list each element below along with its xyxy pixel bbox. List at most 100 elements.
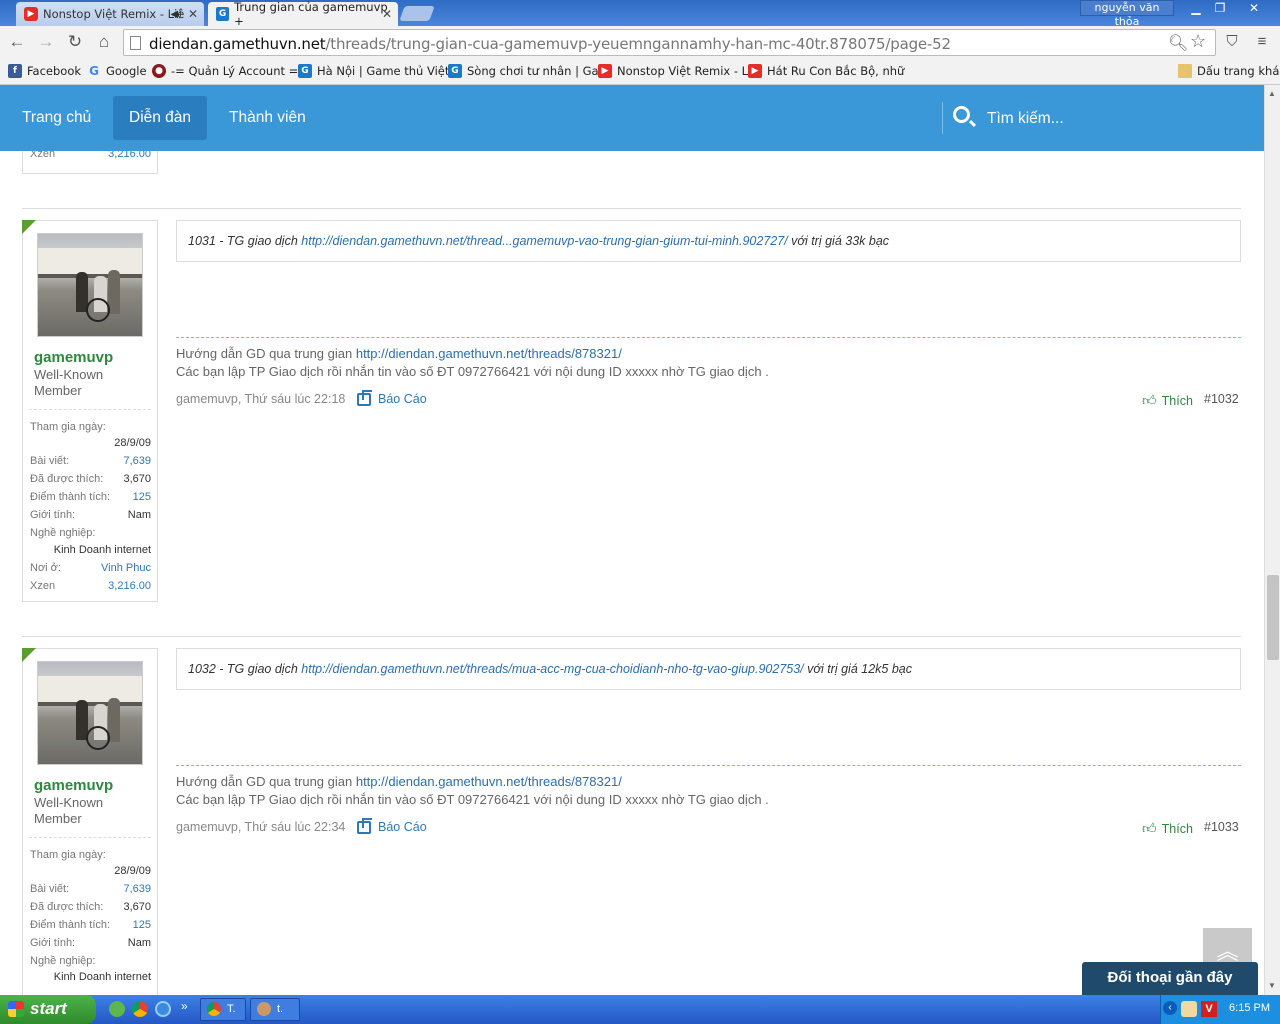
stat-xzen: Xzen 3,216.00 — [30, 580, 151, 592]
tray-v-icon[interactable]: V — [1201, 1001, 1217, 1017]
nav-forums[interactable]: Diễn đàn — [113, 96, 208, 140]
stat-xzen: Xzen 3,216.00 — [30, 151, 151, 160]
stat-job-label: Nghề nghiệp: — [30, 527, 96, 539]
scroll-up-icon[interactable]: ▲ — [1268, 89, 1276, 98]
browser-user[interactable]: nguyễn văn thỏa — [1080, 0, 1174, 28]
youtube-icon: ▶ — [24, 7, 38, 21]
gamethuvn-icon: G — [216, 7, 230, 21]
youtube-icon: ▶ — [748, 64, 762, 78]
forward-icon[interactable]: → — [35, 32, 57, 52]
page-scrollbar[interactable]: ▲ ▼ — [1264, 85, 1280, 995]
report-button[interactable]: Báo Cáo — [357, 389, 427, 406]
close-icon[interactable]: ✕ — [382, 7, 392, 21]
browser-tab[interactable]: ▶ Nonstop Việt Remix - Liê ◀) ✕ — [16, 2, 204, 26]
thumbs-up-icon: 👍︎ — [1142, 820, 1157, 836]
user-card: gamemuvp Well-Known Member Tham gia ngày… — [22, 220, 158, 602]
bookmark-account[interactable]: ● -= Quản Lý Account =- — [152, 64, 302, 78]
chrome-icon[interactable] — [132, 1001, 148, 1017]
tray-expand-icon[interactable]: ‹ — [1163, 1001, 1177, 1015]
youtube-icon: ▶ — [598, 64, 612, 78]
bookmark-facebook[interactable]: f Facebook — [8, 64, 81, 78]
close-icon[interactable]: ✕ — [188, 7, 198, 21]
restore-icon[interactable]: ❐ — [1208, 0, 1232, 17]
post-message: 1031 - TG giao dịch http://diendan.gamet… — [176, 220, 1241, 262]
menu-icon[interactable]: ≡ — [1251, 32, 1273, 52]
signature-line: Các bạn lập TP Giao dịch rồi nhắn tin và… — [176, 364, 769, 379]
user-card: gamemuvp Well-Known Member Tham gia ngày… — [22, 648, 158, 995]
tray-app-icon[interactable] — [1181, 1001, 1197, 1017]
post-number[interactable]: #1033 — [1204, 820, 1239, 834]
chrome-icon — [207, 1002, 221, 1016]
scrollbar-thumb[interactable] — [1267, 575, 1279, 660]
window-close-icon[interactable]: ✕ — [1232, 0, 1276, 17]
star-icon[interactable]: ☆ — [1190, 31, 1206, 52]
system-tray: ‹ V 6:15 PM — [1160, 995, 1280, 1024]
new-tab-button[interactable] — [399, 6, 435, 21]
gamethuvn-icon: G — [448, 64, 462, 78]
chevron-right-icon[interactable]: » — [181, 999, 188, 1013]
back-icon[interactable]: ← — [6, 32, 28, 52]
zoom-icon[interactable]: 🔍︎ — [1168, 33, 1188, 53]
signature-divider — [176, 765, 1241, 766]
bookmark-nonstop[interactable]: ▶ Nonstop Việt Remix - Liê — [598, 64, 758, 78]
report-button[interactable]: Báo Cáo — [357, 817, 427, 834]
minimize-icon[interactable]: ▁ — [1184, 0, 1208, 17]
search-box[interactable]: Tìm kiếm... — [942, 102, 1264, 134]
home-icon[interactable]: ⌂ — [93, 32, 115, 52]
divider — [29, 409, 151, 410]
online-indicator — [22, 648, 36, 662]
online-indicator — [22, 220, 36, 234]
message-link[interactable]: http://diendan.gamethuvn.net/threads/mua… — [301, 662, 803, 676]
bookmark-google[interactable]: G Google — [87, 64, 147, 78]
gamethuvn-icon: G — [298, 64, 312, 78]
stat-join: 28/9/09 — [114, 865, 151, 877]
thumbs-up-icon: 👍︎ — [1142, 392, 1157, 408]
like-button[interactable]: 👍︎ Thích — [1142, 392, 1193, 409]
stat-job: Kinh Doanh internet — [53, 544, 151, 556]
post-number[interactable]: #1032 — [1204, 392, 1239, 406]
folder-icon — [1178, 64, 1192, 78]
signature-link[interactable]: http://diendan.gamethuvn.net/threads/878… — [356, 346, 622, 361]
bookmark-hanoi[interactable]: G Hà Nội | Game thủ Việt N — [298, 64, 462, 78]
thread-content: Xzen 3,216.00 gamemuvp Well-Known Member … — [0, 151, 1264, 995]
browser-tab-active[interactable]: G Trung gian của gamemuvp + ✕ — [208, 0, 398, 28]
url-text: diendan.gamethuvn.net/threads/trung-gian… — [149, 35, 951, 53]
username[interactable]: gamemuvp — [34, 349, 113, 366]
game-icon — [257, 1002, 271, 1016]
reload-icon[interactable]: ↻ — [64, 32, 86, 52]
nav-members[interactable]: Thành viên — [213, 96, 322, 140]
report-icon — [357, 817, 372, 834]
address-bar[interactable]: diendan.gamethuvn.net/threads/trung-gian… — [123, 29, 1216, 56]
nav-home[interactable]: Trang chủ — [6, 96, 107, 140]
like-button[interactable]: 👍︎ Thích — [1142, 820, 1193, 837]
audio-icon: ◀) — [170, 8, 182, 20]
recent-conversations-tab[interactable]: Đối thoại gần đây — [1082, 962, 1258, 995]
username[interactable]: gamemuvp — [34, 777, 113, 794]
message-link[interactable]: http://diendan.gamethuvn.net/thread...ga… — [301, 234, 787, 248]
ie-icon[interactable] — [155, 1001, 171, 1017]
signature-link[interactable]: http://diendan.gamethuvn.net/threads/878… — [356, 774, 622, 789]
taskbar-task[interactable]: T. — [200, 998, 246, 1021]
signature-divider — [176, 337, 1241, 338]
shield-icon[interactable]: ⛉ — [1221, 32, 1243, 52]
post-meta[interactable]: gamemuvp, Thứ sáu lúc 22:18 — [176, 392, 345, 406]
browser-title-bar: ▶ Nonstop Việt Remix - Liê ◀) ✕ G Trung … — [0, 0, 1280, 28]
quicklaunch-icon[interactable] — [109, 1001, 125, 1017]
bookmark-song-choi[interactable]: G Sòng chơi tư nhân | Gam — [448, 64, 610, 78]
page-icon — [130, 36, 141, 50]
windows-icon — [8, 1001, 24, 1017]
avatar[interactable] — [37, 661, 143, 765]
avatar[interactable] — [37, 233, 143, 337]
taskbar-task[interactable]: t. — [250, 998, 300, 1021]
taskbar: start » T. t. ‹ V 6:15 PM — [0, 995, 1280, 1024]
post-meta[interactable]: gamemuvp, Thứ sáu lúc 22:34 — [176, 820, 345, 834]
clock: 6:15 PM — [1229, 1002, 1270, 1014]
start-button[interactable]: start — [0, 995, 96, 1024]
search-icon — [953, 106, 970, 123]
bookmark-hat-ru[interactable]: ▶ Hát Ru Con Bắc Bộ, nhữ — [748, 64, 904, 78]
chevron-up-icon: ︽ — [1216, 939, 1239, 964]
stat-posts: Bài viết: 7,639 — [30, 883, 151, 895]
scroll-down-icon[interactable]: ▼ — [1268, 981, 1276, 990]
stat-join: 28/9/09 — [114, 437, 151, 449]
bookmark-other[interactable]: Dấu trang khác — [1178, 64, 1280, 78]
